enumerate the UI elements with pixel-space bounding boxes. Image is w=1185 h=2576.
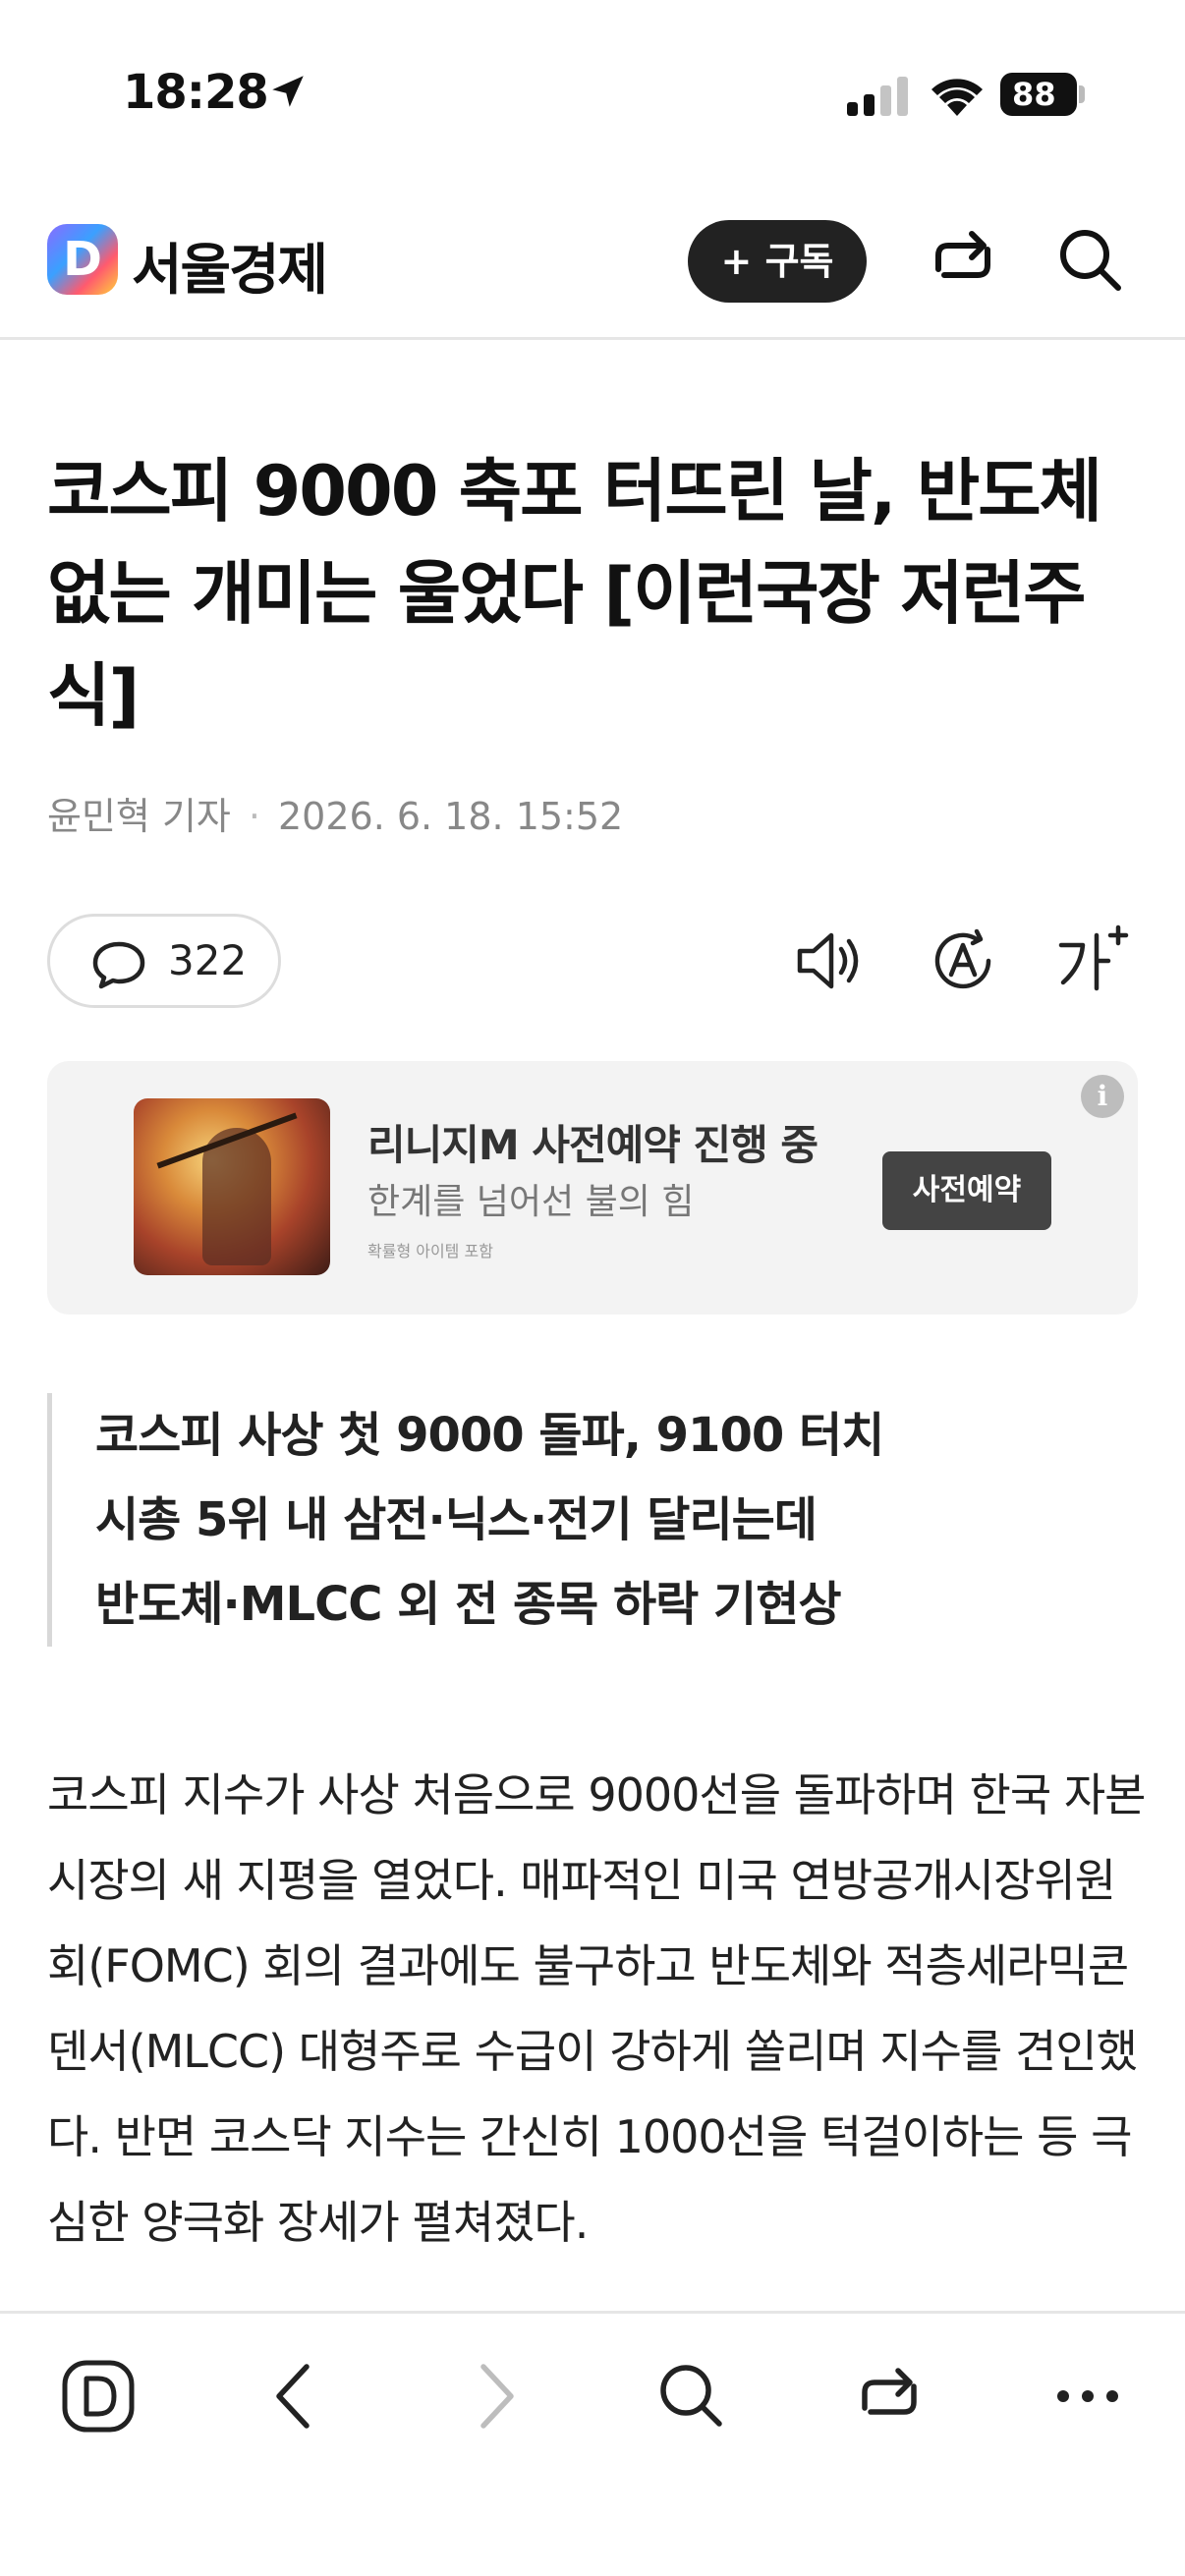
- tts-speaker-icon[interactable]: [794, 925, 865, 996]
- byline: 윤민혁 기자 · 2026. 6. 18. 15:52: [47, 786, 623, 840]
- summary-line: 시총 5위 내 삼전·닉스·전기 달리는데: [95, 1492, 818, 1547]
- summary-line: 코스피 사상 첫 9000 돌파, 9100 터치: [95, 1408, 884, 1463]
- status-time: 18:28: [123, 65, 269, 120]
- wifi-icon: [931, 79, 983, 116]
- publisher-name[interactable]: 서울경제: [132, 226, 328, 306]
- search-icon[interactable]: [1056, 226, 1125, 295]
- byline-separator: ·: [248, 795, 260, 838]
- battery-level: 88: [1012, 76, 1056, 113]
- battery-icon: 88: [1000, 73, 1077, 116]
- daum-home-icon[interactable]: [61, 2359, 136, 2434]
- share-icon[interactable]: [929, 226, 997, 291]
- ad-info-icon[interactable]: i: [1081, 1075, 1124, 1118]
- publisher-logo[interactable]: D: [47, 224, 118, 295]
- signal-icon: [847, 77, 908, 116]
- translate-icon[interactable]: [928, 925, 998, 996]
- more-icon[interactable]: [1053, 2359, 1122, 2434]
- back-icon[interactable]: [265, 2359, 324, 2434]
- ad-subtitle: 한계를 넘어선 불의 힘: [367, 1182, 695, 1222]
- search-icon[interactable]: [656, 2359, 725, 2434]
- ad-cta-button[interactable]: 사전예약: [882, 1151, 1051, 1230]
- comment-count: 322: [168, 936, 248, 984]
- article-headline: 코스피 9000 축포 터뜨린 날, 반도체 없는 개미는 울었다 [이런국장 …: [47, 451, 1102, 736]
- author-name[interactable]: 윤민혁 기자: [47, 795, 231, 838]
- bottom-toolbar: [0, 2311, 1185, 2576]
- ad-image[interactable]: [134, 1098, 330, 1275]
- ad-title[interactable]: 리니지M 사전예약 진행 중: [367, 1112, 818, 1172]
- article-summary: 코스피 사상 첫 9000 돌파, 9100 터치 시총 5위 내 삼전·닉스·…: [47, 1393, 1138, 1647]
- publish-date: 2026. 6. 18. 15:52: [277, 795, 624, 838]
- font-size-icon[interactable]: [1055, 924, 1130, 998]
- share-icon[interactable]: [855, 2359, 924, 2434]
- app-header: D 서울경제 + 구독: [0, 196, 1185, 340]
- status-bar: 18:28 88: [0, 0, 1185, 187]
- logo-letter: D: [63, 232, 102, 287]
- comment-button[interactable]: 322: [47, 914, 281, 1008]
- battery-cap: [1079, 85, 1085, 103]
- ad-note: 확률형 아이템 포함: [367, 1242, 493, 1260]
- forward-icon[interactable]: [466, 2359, 525, 2434]
- summary-line: 반도체·MLCC 외 전 종목 하락 기현상: [95, 1577, 842, 1632]
- location-arrow-icon: [272, 76, 304, 107]
- subscribe-button[interactable]: + 구독: [688, 220, 867, 303]
- article-body: 코스피 지수가 사상 처음으로 9000선을 돌파하며 한국 자본시장의 새 지…: [47, 1768, 1146, 2249]
- comment-icon: [92, 941, 145, 989]
- ad-banner[interactable]: 리니지M 사전예약 진행 중 한계를 넘어선 불의 힘 확률형 아이템 포함 사…: [47, 1061, 1138, 1315]
